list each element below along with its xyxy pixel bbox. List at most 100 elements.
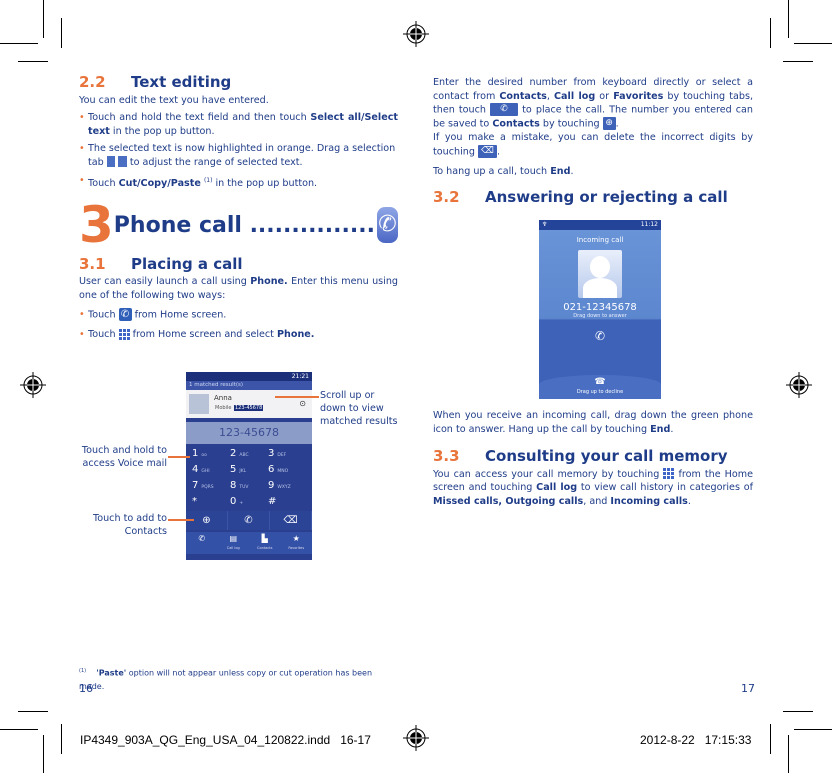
matched-results-label: 1 matched result(s) <box>186 381 312 390</box>
dialer-actions: ⊕ ✆ ⌫ <box>186 511 312 530</box>
paragraph: You can access your call memory by touch… <box>433 468 753 507</box>
section-heading-3-3: 3.3 Consulting your call memory <box>433 447 753 466</box>
crop-mark <box>770 18 771 48</box>
answer-hint: Drag down to answer <box>573 313 627 319</box>
phone-app-icon: ✆ <box>376 207 398 244</box>
registration-mark-icon <box>786 372 812 398</box>
status-bar: ♆ 11:12 <box>539 220 661 230</box>
paragraph: To hang up a call, touch End. <box>433 166 574 178</box>
slug-timestamp: 2012-8-22 17:15:33 <box>640 733 752 747</box>
section-title: Placing a call <box>131 255 243 274</box>
section-heading-3-1: 3.1 Placing a call <box>79 255 398 274</box>
call-icon[interactable]: ✆ <box>228 511 270 530</box>
crop-mark <box>783 711 813 712</box>
contact-name: Anna <box>214 394 232 402</box>
key-1[interactable]: 1 oo <box>192 446 230 461</box>
phone-tab-icon[interactable]: ✆ <box>186 532 218 554</box>
section-heading-2-2: 2.2 Text editing <box>79 73 398 91</box>
crop-mark <box>61 724 62 754</box>
crop-mark <box>0 43 38 44</box>
crop-mark <box>18 711 48 712</box>
app-grid-icon <box>118 328 130 340</box>
call-button-icon: ✆ <box>490 103 519 117</box>
list-item: Touch ✆ from Home screen. <box>79 308 398 322</box>
crop-mark <box>43 0 44 38</box>
crop-mark <box>0 729 38 730</box>
caller-avatar <box>578 250 622 298</box>
dialer-tabs: ✆ ▤ Call log ▙ Contacts ★ Favorites <box>186 532 312 554</box>
key-9[interactable]: 9 WXYZ <box>268 478 306 493</box>
slug-filename: IP4349_903A_QG_Eng_USA_04_120822.indd 16… <box>80 733 371 747</box>
play-icon[interactable]: ⊙ <box>299 399 306 408</box>
crop-mark <box>61 18 62 48</box>
key-5[interactable]: 5 JKL <box>230 462 268 477</box>
page-number: 16 <box>79 682 93 695</box>
contacts-icon[interactable]: ▙ Contacts <box>249 532 281 554</box>
backspace-icon[interactable]: ⌫ <box>270 511 312 530</box>
list-item: Touch and hold the text field and then t… <box>79 111 398 138</box>
chapter-title: Phone call ............... <box>113 212 375 238</box>
section-title: Answering or rejecting a call <box>485 187 728 206</box>
keypad: 1 oo 2 ABC 3 DEF 4 GHI 5 JKL 6 MNO 7 PQRS 8 TUV … <box>186 444 312 511</box>
key-hash[interactable]: # <box>268 494 306 509</box>
crop-mark <box>783 61 813 62</box>
contact-result[interactable]: Anna Mobile 123-45678 ⊙ <box>186 390 312 418</box>
section-number: 3.1 <box>79 255 106 274</box>
registration-mark-icon <box>403 21 429 47</box>
crop-mark <box>794 43 832 44</box>
incoming-call-screenshot: ♆ 11:12 Incoming call 021-12345678 Drag d… <box>539 220 661 399</box>
page-number: 17 <box>741 682 755 695</box>
callout-add-contact: Touch to add to Contacts <box>92 513 167 537</box>
call-log-icon[interactable]: ▤ Call log <box>218 532 250 554</box>
selection-tab-icon <box>106 156 127 168</box>
crop-mark <box>770 724 771 754</box>
paragraph: You can edit the text you have entered. <box>79 94 269 106</box>
footnote: (1) 'Paste' option will not appear unles… <box>79 668 373 692</box>
decline-phone-icon: ☎ <box>594 377 606 387</box>
chapter-heading: 3 Phone call ............... ✆ <box>79 200 398 250</box>
crop-mark <box>43 735 44 773</box>
key-star[interactable]: * <box>192 494 230 509</box>
crop-mark <box>18 61 48 62</box>
section-title: Text editing <box>131 73 232 91</box>
callout-scroll: Scroll up or down to view matched result… <box>320 390 398 427</box>
list-item: Touch Cut/Copy/Paste (1) in the pop up b… <box>79 174 398 191</box>
section-number: 3.2 <box>433 187 460 206</box>
key-6[interactable]: 6 MNO <box>268 462 306 477</box>
crop-mark <box>794 729 832 730</box>
decline-area[interactable]: ☎ Drag up to decline <box>539 375 661 399</box>
star-icon[interactable]: ★ Favorites <box>281 532 313 554</box>
key-8[interactable]: 8 TUV <box>230 478 268 493</box>
registration-mark-icon <box>20 372 46 398</box>
section-heading-3-2: 3.2 Answering or rejecting a call <box>433 187 753 206</box>
section-number: 3.3 <box>433 447 460 466</box>
status-bar: 21:21 <box>186 372 312 381</box>
add-contact-icon: ⊕ <box>602 117 616 131</box>
chapter-number: 3 <box>79 196 114 255</box>
key-4[interactable]: 4 GHI <box>192 462 230 477</box>
section-number: 2.2 <box>79 73 106 91</box>
key-7[interactable]: 7 PQRS <box>192 478 230 493</box>
list-item: Touch from Home screen and select Phone. <box>79 328 398 342</box>
paragraph: When you receive an incoming call, drag … <box>433 410 753 435</box>
callout-line <box>168 519 194 521</box>
key-0[interactable]: 0 + <box>230 494 268 509</box>
backspace-icon: ⌫ <box>477 144 497 158</box>
key-3[interactable]: 3 DEF <box>268 446 306 461</box>
phone-icon: ✆ <box>118 308 132 322</box>
caller-number: 021-12345678 <box>563 302 637 313</box>
contact-avatar <box>189 394 209 414</box>
key-2[interactable]: 2 ABC <box>230 446 268 461</box>
app-grid-icon <box>663 468 675 480</box>
paragraph: Enter the desired number from keyboard d… <box>433 77 754 158</box>
incoming-title: Incoming call <box>576 236 624 244</box>
registration-mark-icon <box>403 725 429 751</box>
right-page: Enter the desired number from keyboard d… <box>433 76 753 204</box>
paragraph: User can easily launch a call using Phon… <box>79 275 398 301</box>
callout-voicemail: Touch and hold to access Voice mail <box>81 445 167 469</box>
list-item: The selected text is now highlighted in … <box>79 142 398 169</box>
dial-display: 123-45678 <box>186 422 312 444</box>
crop-mark <box>788 0 789 38</box>
answer-phone-icon[interactable]: ✆ <box>539 329 661 343</box>
section-title: Consulting your call memory <box>485 447 728 466</box>
